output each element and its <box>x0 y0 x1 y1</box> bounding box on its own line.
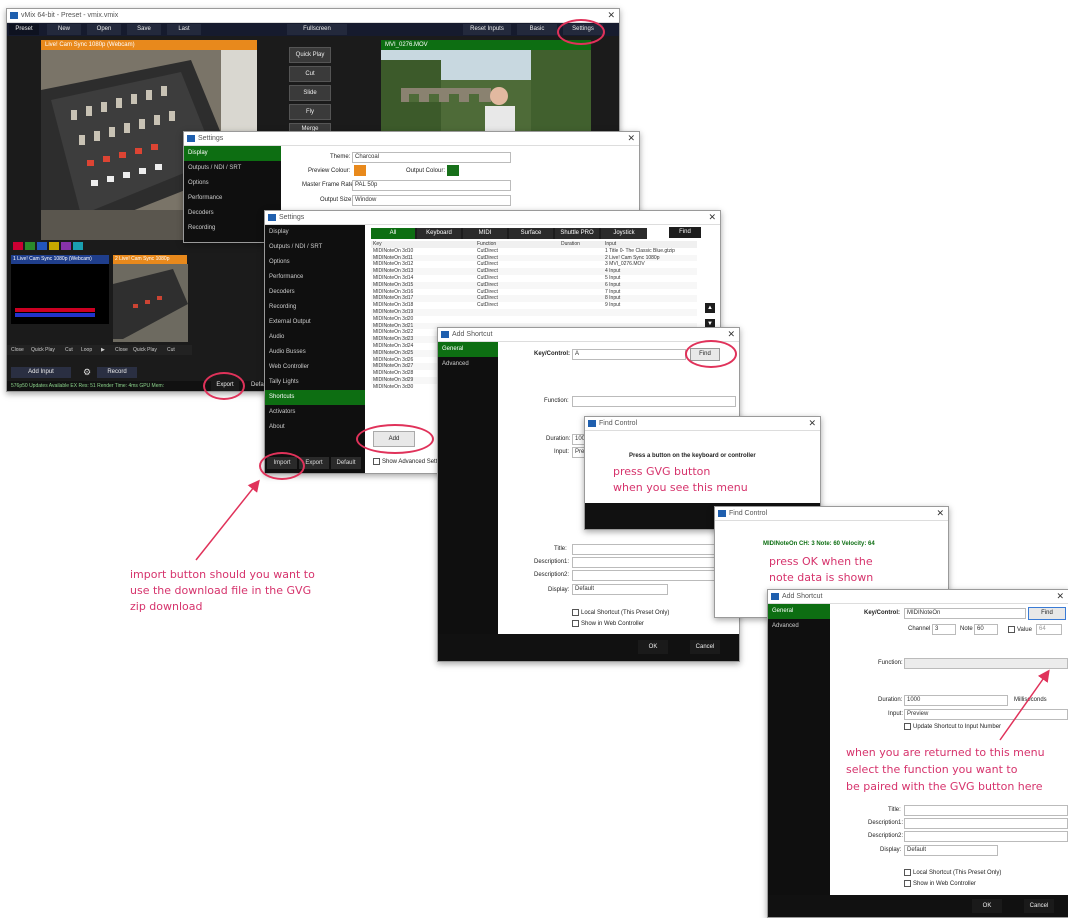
import-arrow <box>195 479 260 561</box>
function-arrow <box>999 669 1050 741</box>
annotation-arrows <box>195 479 1050 741</box>
